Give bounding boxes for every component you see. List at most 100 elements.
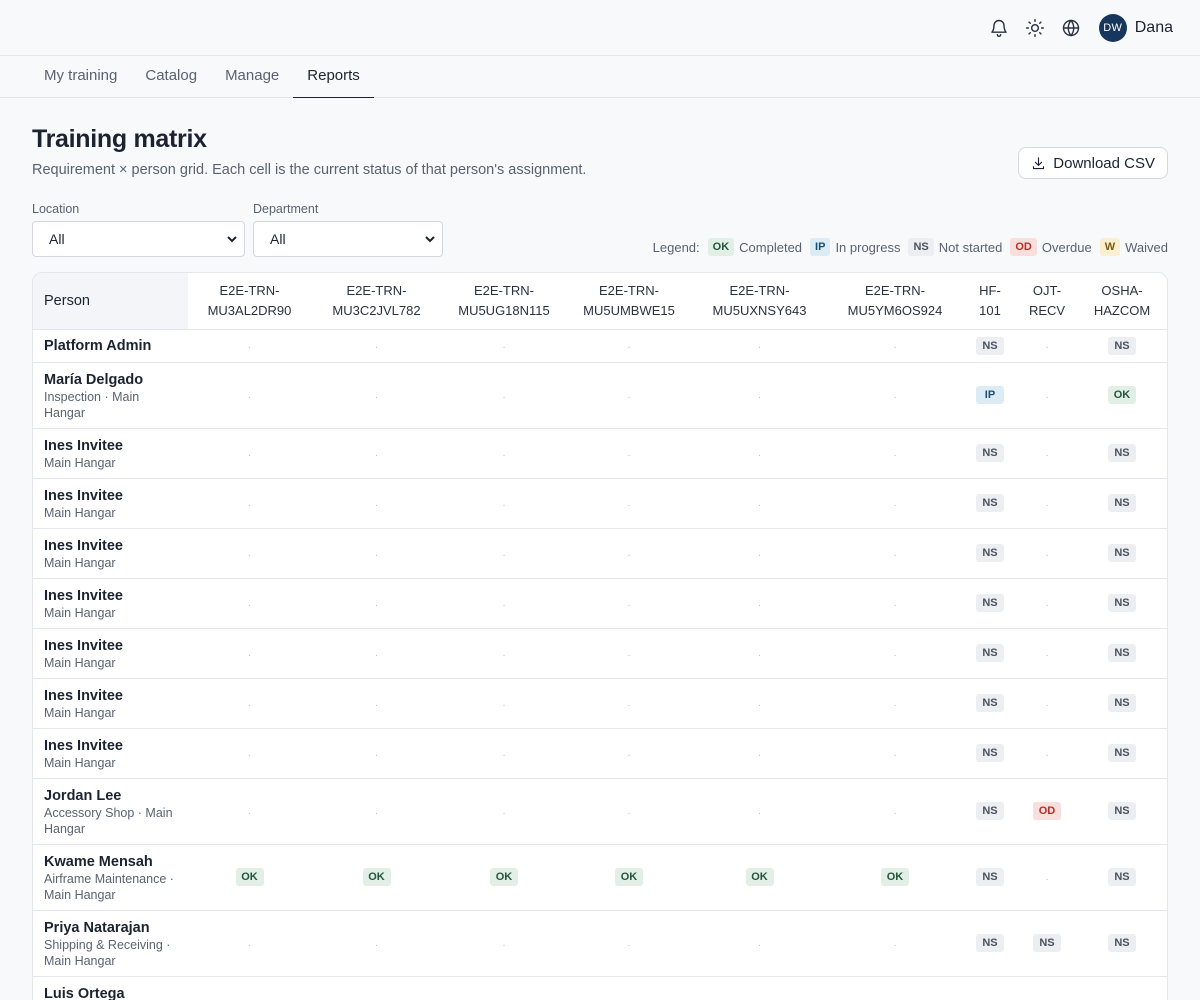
person-cell: Ines Invitee Main Hangar: [33, 678, 188, 729]
person-name: Luis Ortega: [44, 985, 125, 1000]
status-cell: ·: [442, 910, 566, 977]
status-badge[interactable]: NS: [1033, 934, 1061, 952]
status-cell: OD: [1017, 778, 1077, 845]
status-badge[interactable]: NS: [976, 544, 1004, 562]
status-badge[interactable]: NS: [976, 934, 1004, 952]
location-select[interactable]: All: [32, 221, 245, 257]
department-select[interactable]: All: [253, 221, 443, 257]
status-badge[interactable]: NS: [976, 494, 1004, 512]
status-badge[interactable]: NS: [1108, 544, 1136, 562]
status-badge[interactable]: NS: [976, 802, 1004, 820]
requirement-code-part: HAZCOM: [1093, 302, 1151, 318]
status-badge[interactable]: NS: [1108, 336, 1136, 355]
empty-cell-marker: ·: [374, 649, 379, 661]
chevron-down-icon: [227, 236, 237, 243]
person-cell: Ines Invitee Main Hangar: [33, 728, 188, 779]
person-cell: María Delgado Inspection · Main Hangar: [33, 362, 188, 429]
person-name: Ines Invitee: [44, 587, 123, 604]
empty-cell-marker: ·: [757, 749, 762, 761]
status-badge[interactable]: NS: [1108, 868, 1136, 886]
status-badge[interactable]: NS: [976, 444, 1004, 462]
status-cell: ·: [442, 578, 566, 629]
table-row: Ines Invitee Main Hangar · · · · · · NS · NS: [33, 728, 1167, 779]
status-cell: ·: [566, 578, 692, 629]
status-badge[interactable]: NS: [1108, 444, 1136, 462]
status-cell: ·: [311, 428, 442, 479]
requirement-column-header: OSHA- HAZCOM: [1077, 273, 1167, 330]
status-badge[interactable]: NS: [976, 336, 1004, 355]
avatar[interactable]: DW: [1098, 13, 1127, 42]
legend-badge: NS: [908, 238, 934, 256]
status-badge[interactable]: OK: [745, 868, 774, 886]
status-cell: ·: [566, 910, 692, 977]
tab-my-training[interactable]: My training: [30, 56, 131, 98]
status-badge[interactable]: NS: [1108, 644, 1136, 662]
status-badge[interactable]: IP: [976, 386, 1004, 404]
person-name: Ines Invitee: [44, 537, 123, 554]
status-cell: ·: [566, 329, 692, 363]
person-cell: Ines Invitee Main Hangar: [33, 478, 188, 529]
empty-cell-marker: ·: [247, 807, 252, 819]
status-cell: ·: [442, 528, 566, 579]
status-cell: ·: [311, 628, 442, 679]
status-badge[interactable]: OK: [490, 868, 518, 886]
status-badge[interactable]: NS: [1108, 694, 1136, 712]
status-cell: NS: [1077, 844, 1167, 911]
status-badge[interactable]: NS: [1108, 934, 1136, 952]
status-badge[interactable]: OK: [1108, 386, 1136, 404]
status-badge[interactable]: OK: [615, 868, 643, 886]
status-cell: NS: [963, 728, 1017, 779]
status-badge[interactable]: NS: [976, 744, 1004, 762]
status-badge[interactable]: NS: [976, 694, 1004, 712]
empty-cell-marker: ·: [893, 939, 897, 951]
download-csv-button[interactable]: Download CSV: [1018, 147, 1168, 179]
empty-cell-marker: ·: [1045, 699, 1049, 711]
status-badge[interactable]: OK: [881, 868, 909, 886]
tab-reports[interactable]: Reports: [293, 56, 374, 98]
status-cell: ·: [1017, 329, 1077, 363]
empty-cell-marker: ·: [627, 749, 631, 761]
status-badge[interactable]: NS: [976, 644, 1004, 662]
empty-cell-marker: ·: [893, 599, 897, 611]
status-badge[interactable]: NS: [976, 594, 1004, 612]
legend-item: OK Completed: [707, 238, 802, 256]
page-title: Training matrix: [32, 125, 207, 153]
status-badge[interactable]: OK: [362, 868, 391, 886]
tab-catalog[interactable]: Catalog: [131, 56, 211, 98]
status-cell: ·: [566, 778, 692, 845]
status-badge[interactable]: NS: [1108, 744, 1136, 762]
status-badge[interactable]: NS: [976, 868, 1004, 886]
status-badge[interactable]: NS: [1108, 594, 1136, 612]
matrix-header-row: Person E2E-TRN- MU3AL2DR90 E2E-TRN- MU3C2JV…: [33, 273, 1167, 330]
notifications-bell-icon[interactable]: [987, 16, 1011, 40]
empty-cell-marker: ·: [247, 939, 252, 951]
empty-cell-marker: ·: [502, 449, 506, 461]
empty-cell-marker: ·: [757, 699, 762, 711]
status-cell: NS: [1077, 976, 1167, 1000]
empty-cell-marker: ·: [374, 342, 379, 353]
requirement-code-part: MU5UMBWE15: [583, 302, 675, 318]
status-cell: NS: [1077, 528, 1167, 579]
status-badge[interactable]: NS: [1108, 494, 1136, 512]
status-cell: ·: [1017, 844, 1077, 911]
status-cell: NS: [1017, 910, 1077, 977]
status-cell: ·: [692, 329, 827, 363]
status-cell: ·: [1017, 976, 1077, 1000]
theme-sun-icon[interactable]: [1023, 16, 1047, 40]
empty-cell-marker: ·: [627, 499, 631, 511]
empty-cell-marker: ·: [627, 807, 631, 819]
status-cell: OK: [442, 844, 566, 911]
empty-cell-marker: ·: [1045, 599, 1049, 611]
language-globe-icon[interactable]: [1059, 16, 1083, 40]
status-cell: ·: [442, 628, 566, 679]
tab-manage[interactable]: Manage: [211, 56, 293, 98]
status-badge[interactable]: OK: [235, 868, 264, 886]
status-cell: ·: [827, 362, 963, 429]
user-name[interactable]: Dana: [1135, 19, 1173, 37]
status-cell: ·: [1017, 728, 1077, 779]
status-badge[interactable]: NS: [1108, 802, 1136, 820]
status-badge[interactable]: OD: [1033, 802, 1061, 820]
table-row: Ines Invitee Main Hangar · · · · · · NS · NS: [33, 428, 1167, 479]
status-cell: ·: [827, 678, 963, 729]
status-cell: ·: [566, 678, 692, 729]
